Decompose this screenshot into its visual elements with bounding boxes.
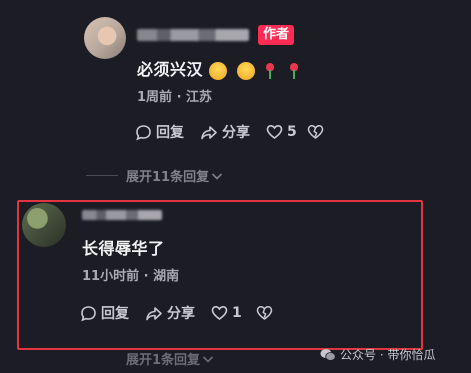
heart-icon (266, 124, 283, 139)
expand-label: 展开11条回复 (126, 170, 210, 185)
avatar[interactable] (84, 17, 126, 59)
expand-replies-button[interactable]: 展开11条回复 (86, 166, 223, 185)
share-icon (201, 125, 217, 139)
share-label: 分享 (222, 125, 250, 141)
rose-icon (265, 62, 275, 79)
author-name[interactable] (137, 29, 249, 41)
expand-label: 展开1条回复 (126, 353, 201, 368)
emoji-icon (237, 61, 256, 80)
expand-replies-button[interactable]: 展开1条回复 (126, 349, 214, 368)
author-badge: 作者 (258, 25, 295, 45)
reply-label: 回复 (156, 125, 184, 141)
highlight-box (17, 200, 423, 350)
comment-text: 必须兴汉 (137, 56, 299, 80)
comment-bubble-icon (136, 124, 151, 140)
broken-heart-icon (307, 125, 323, 139)
chevron-down-icon (202, 355, 214, 363)
comment-meta: 1周前 · 江苏 (137, 90, 213, 105)
share-button[interactable]: 分享 (200, 122, 250, 142)
emoji-icon (209, 61, 228, 80)
comment-actions: 回复 分享 5 (135, 122, 344, 142)
chevron-down-icon (212, 172, 223, 180)
comment-text-content: 必须兴汉 (137, 60, 204, 79)
dislike-button[interactable] (307, 124, 328, 140)
like-button[interactable]: 5 (266, 124, 297, 140)
watermark-text: 公众号 · 带你恰瓜 (340, 348, 436, 362)
reply-button[interactable]: 回复 (135, 122, 184, 142)
like-count: 5 (287, 124, 297, 140)
wechat-icon (320, 348, 336, 361)
rose-icon (289, 62, 299, 79)
watermark: 公众号 · 带你恰瓜 (320, 346, 435, 363)
divider (86, 175, 118, 176)
